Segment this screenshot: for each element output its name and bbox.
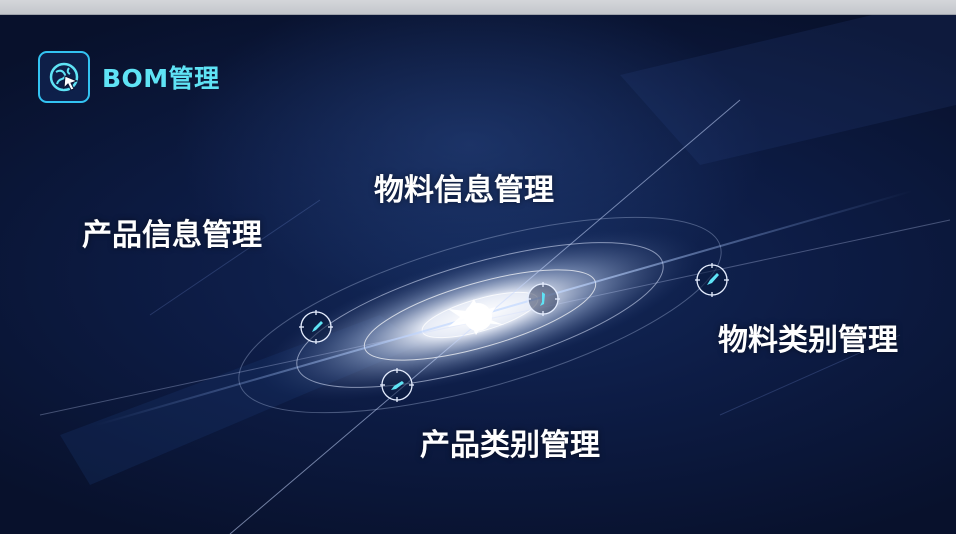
rocket-icon [526,282,560,316]
orbit-node-product-info[interactable] [299,310,333,344]
rocket-icon [695,263,729,297]
menu-item-product-info[interactable]: 产品信息管理 [82,210,262,254]
globe-cursor-icon[interactable] [38,51,90,103]
menu-item-material-category[interactable]: 物料类别管理 [718,315,898,359]
orbit-node-product-category[interactable] [380,368,414,402]
page-title: BOM管理 [102,64,220,93]
app-header: BOM管理 [38,49,220,105]
orbit-node-material-category[interactable] [695,263,729,297]
bom-stage: BOM管理 产品信息管理 物料信息管理 物料类别管理 产品类别管理 [0,15,956,534]
orbit-node-material-info[interactable] [526,282,560,316]
menu-item-product-category[interactable]: 产品类别管理 [420,420,600,464]
light-streak [620,15,956,165]
window-top-bar [0,0,956,15]
rocket-icon [380,368,414,402]
menu-item-material-info[interactable]: 物料信息管理 [374,165,554,209]
rocket-icon [299,310,333,344]
